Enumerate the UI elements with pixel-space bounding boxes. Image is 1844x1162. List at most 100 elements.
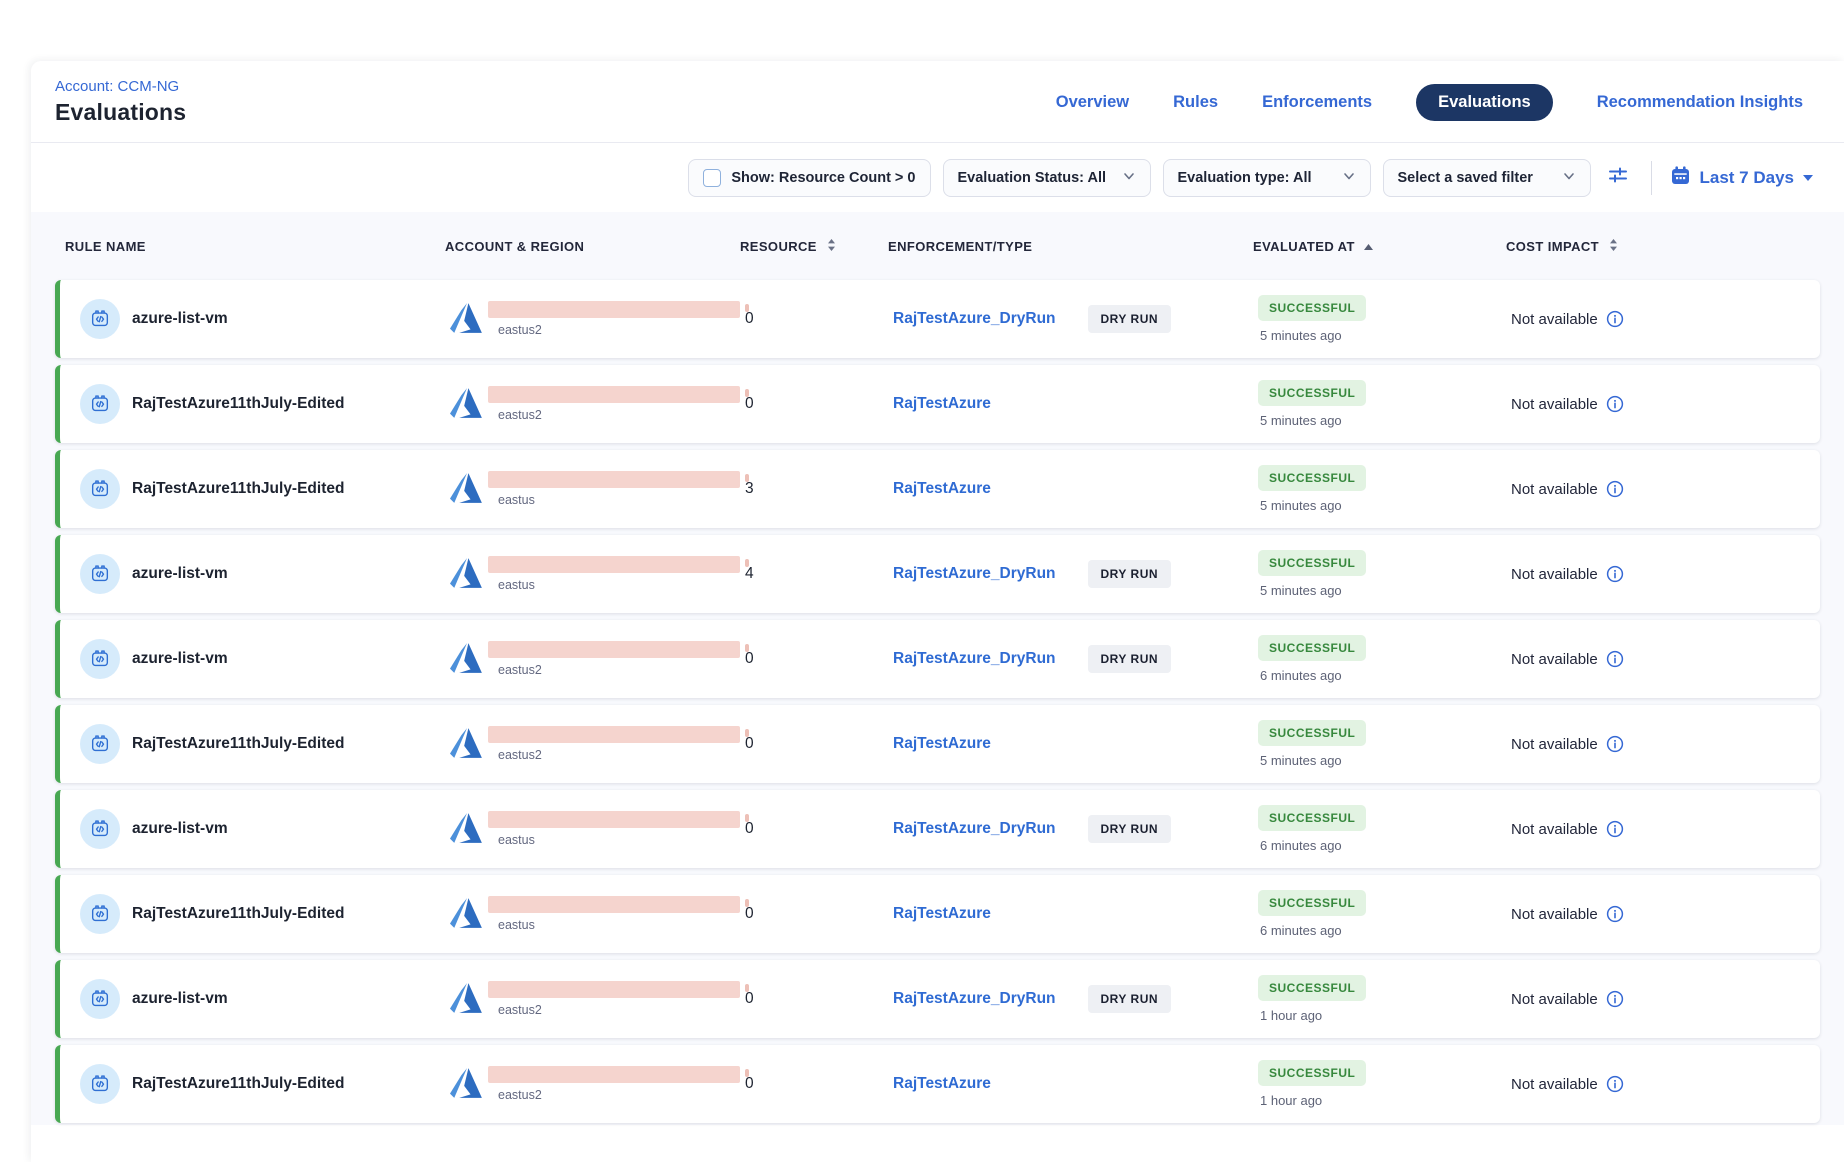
evaluation-status-dropdown[interactable]: Evaluation Status: All bbox=[943, 159, 1151, 197]
filter-settings-button[interactable] bbox=[1603, 163, 1633, 193]
breadcrumb[interactable]: Account: CCM-NG bbox=[55, 78, 179, 95]
caret-down-icon bbox=[1803, 169, 1813, 187]
enforcement-link[interactable]: RajTestAzure bbox=[893, 905, 991, 923]
table-row[interactable]: RajTestAzure11thJuly-Edited eastus 3 Raj… bbox=[55, 450, 1820, 528]
table-row[interactable]: RajTestAzure11thJuly-Edited eastus2 0 Ra… bbox=[55, 365, 1820, 443]
calendar-icon bbox=[1670, 165, 1691, 191]
tab-recommendation-insights[interactable]: Recommendation Insights bbox=[1597, 93, 1803, 112]
date-range-picker[interactable]: Last 7 Days bbox=[1670, 165, 1814, 191]
info-icon[interactable] bbox=[1606, 990, 1624, 1008]
evaluation-type-dropdown[interactable]: Evaluation type: All bbox=[1163, 159, 1371, 197]
cost-impact-value: Not available bbox=[1511, 566, 1598, 583]
region-label: eastus bbox=[488, 833, 740, 847]
dry-run-badge: DRY RUN bbox=[1088, 985, 1172, 1013]
tab-overview[interactable]: Overview bbox=[1056, 93, 1129, 112]
enforcement-link[interactable]: RajTestAzure bbox=[893, 395, 991, 413]
azure-icon bbox=[450, 301, 484, 335]
table-row[interactable]: azure-list-vm eastus 4 RajTestAzure_DryR… bbox=[55, 535, 1820, 613]
region-label: eastus2 bbox=[488, 408, 740, 422]
info-icon[interactable] bbox=[1606, 310, 1624, 328]
status-badge: SUCCESSFUL bbox=[1258, 465, 1366, 491]
enforcement-link[interactable]: RajTestAzure_DryRun bbox=[893, 310, 1056, 328]
info-icon[interactable] bbox=[1606, 650, 1624, 668]
sort-icon[interactable] bbox=[1607, 238, 1620, 255]
evaluation-type-value: Evaluation type: All bbox=[1178, 170, 1312, 186]
enforcement-link[interactable]: RajTestAzure_DryRun bbox=[893, 820, 1056, 838]
evaluation-status-value: Evaluation Status: All bbox=[958, 170, 1107, 186]
tab-evaluations[interactable]: Evaluations bbox=[1416, 84, 1553, 121]
info-icon[interactable] bbox=[1606, 820, 1624, 838]
region-label: eastus2 bbox=[488, 663, 740, 677]
column-evaluated-at[interactable]: EVALUATED AT bbox=[1253, 239, 1506, 254]
info-icon[interactable] bbox=[1606, 905, 1624, 923]
rule-name: RajTestAzure11thJuly-Edited bbox=[132, 1075, 344, 1093]
enforcement-link[interactable]: RajTestAzure bbox=[893, 1075, 991, 1093]
azure-icon bbox=[450, 641, 484, 675]
enforcement-link[interactable]: RajTestAzure_DryRun bbox=[893, 565, 1056, 583]
resource-count-checkbox[interactable] bbox=[703, 169, 721, 187]
info-icon[interactable] bbox=[1606, 480, 1624, 498]
rule-icon bbox=[80, 639, 120, 679]
sort-icon[interactable] bbox=[825, 238, 838, 255]
main-panel: Account: CCM-NG Evaluations Overview Rul… bbox=[31, 61, 1844, 1162]
page-title: Evaluations bbox=[55, 99, 186, 126]
rule-icon bbox=[80, 384, 120, 424]
rule-icon bbox=[80, 724, 120, 764]
azure-icon bbox=[450, 896, 484, 930]
region-label: eastus2 bbox=[488, 748, 740, 762]
table-row[interactable]: RajTestAzure11thJuly-Edited eastus 0 Raj… bbox=[55, 875, 1820, 953]
status-badge: SUCCESSFUL bbox=[1258, 635, 1366, 661]
enforcement-link[interactable]: RajTestAzure bbox=[893, 480, 991, 498]
enforcement-link[interactable]: RajTestAzure_DryRun bbox=[893, 650, 1056, 668]
cost-impact-value: Not available bbox=[1511, 651, 1598, 668]
table-row[interactable]: azure-list-vm eastus 0 RajTestAzure_DryR… bbox=[55, 790, 1820, 868]
rule-name: azure-list-vm bbox=[132, 990, 228, 1008]
evaluated-time: 5 minutes ago bbox=[1258, 498, 1342, 513]
evaluated-time: 5 minutes ago bbox=[1258, 753, 1342, 768]
info-icon[interactable] bbox=[1606, 565, 1624, 583]
filter-bar: Show: Resource Count > 0 Evaluation Stat… bbox=[31, 143, 1844, 212]
cost-impact-value: Not available bbox=[1511, 821, 1598, 838]
evaluated-time: 1 hour ago bbox=[1258, 1093, 1322, 1108]
saved-filter-value: Select a saved filter bbox=[1398, 170, 1533, 186]
sliders-icon bbox=[1606, 163, 1630, 192]
column-rule-name: RULE NAME bbox=[55, 239, 445, 254]
table-row[interactable]: RajTestAzure11thJuly-Edited eastus2 0 Ra… bbox=[55, 1045, 1820, 1123]
azure-icon bbox=[450, 386, 484, 420]
rule-icon bbox=[80, 469, 120, 509]
redacted-account-name bbox=[488, 301, 740, 318]
azure-icon bbox=[450, 981, 484, 1015]
column-cost-impact[interactable]: COST IMPACT bbox=[1506, 238, 1820, 255]
info-icon[interactable] bbox=[1606, 735, 1624, 753]
table-row[interactable]: RajTestAzure11thJuly-Edited eastus2 0 Ra… bbox=[55, 705, 1820, 783]
chevron-down-icon bbox=[1342, 169, 1356, 187]
saved-filter-dropdown[interactable]: Select a saved filter bbox=[1383, 159, 1591, 197]
tab-rules[interactable]: Rules bbox=[1173, 93, 1218, 112]
filter-divider bbox=[1651, 161, 1652, 195]
info-icon[interactable] bbox=[1606, 1075, 1624, 1093]
status-badge: SUCCESSFUL bbox=[1258, 805, 1366, 831]
show-resource-count-toggle[interactable]: Show: Resource Count > 0 bbox=[688, 159, 930, 197]
enforcement-link[interactable]: RajTestAzure bbox=[893, 735, 991, 753]
evaluations-table: RULE NAME ACCOUNT & REGION RESOURCE ENFO… bbox=[31, 212, 1844, 1125]
table-row[interactable]: azure-list-vm eastus2 0 RajTestAzure_Dry… bbox=[55, 620, 1820, 698]
redacted-account-name bbox=[488, 556, 740, 573]
rule-name: RajTestAzure11thJuly-Edited bbox=[132, 735, 344, 753]
info-icon[interactable] bbox=[1606, 395, 1624, 413]
cost-impact-value: Not available bbox=[1511, 481, 1598, 498]
enforcement-link[interactable]: RajTestAzure_DryRun bbox=[893, 990, 1056, 1008]
table-row[interactable]: azure-list-vm eastus2 0 RajTestAzure_Dry… bbox=[55, 960, 1820, 1038]
azure-icon bbox=[450, 471, 484, 505]
region-label: eastus2 bbox=[488, 1088, 740, 1102]
redacted-account-name bbox=[488, 471, 740, 488]
sort-asc-icon[interactable] bbox=[1363, 239, 1374, 254]
table-row[interactable]: azure-list-vm eastus2 0 RajTestAzure_Dry… bbox=[55, 280, 1820, 358]
column-resource[interactable]: RESOURCE bbox=[740, 238, 888, 255]
status-badge: SUCCESSFUL bbox=[1258, 1060, 1366, 1086]
tab-enforcements[interactable]: Enforcements bbox=[1262, 93, 1372, 112]
rule-name: RajTestAzure11thJuly-Edited bbox=[132, 395, 344, 413]
cost-impact-value: Not available bbox=[1511, 991, 1598, 1008]
resource-count-label: Show: Resource Count > 0 bbox=[731, 170, 915, 186]
redacted-account-name bbox=[488, 641, 740, 658]
resource-count: 0 bbox=[745, 310, 893, 328]
